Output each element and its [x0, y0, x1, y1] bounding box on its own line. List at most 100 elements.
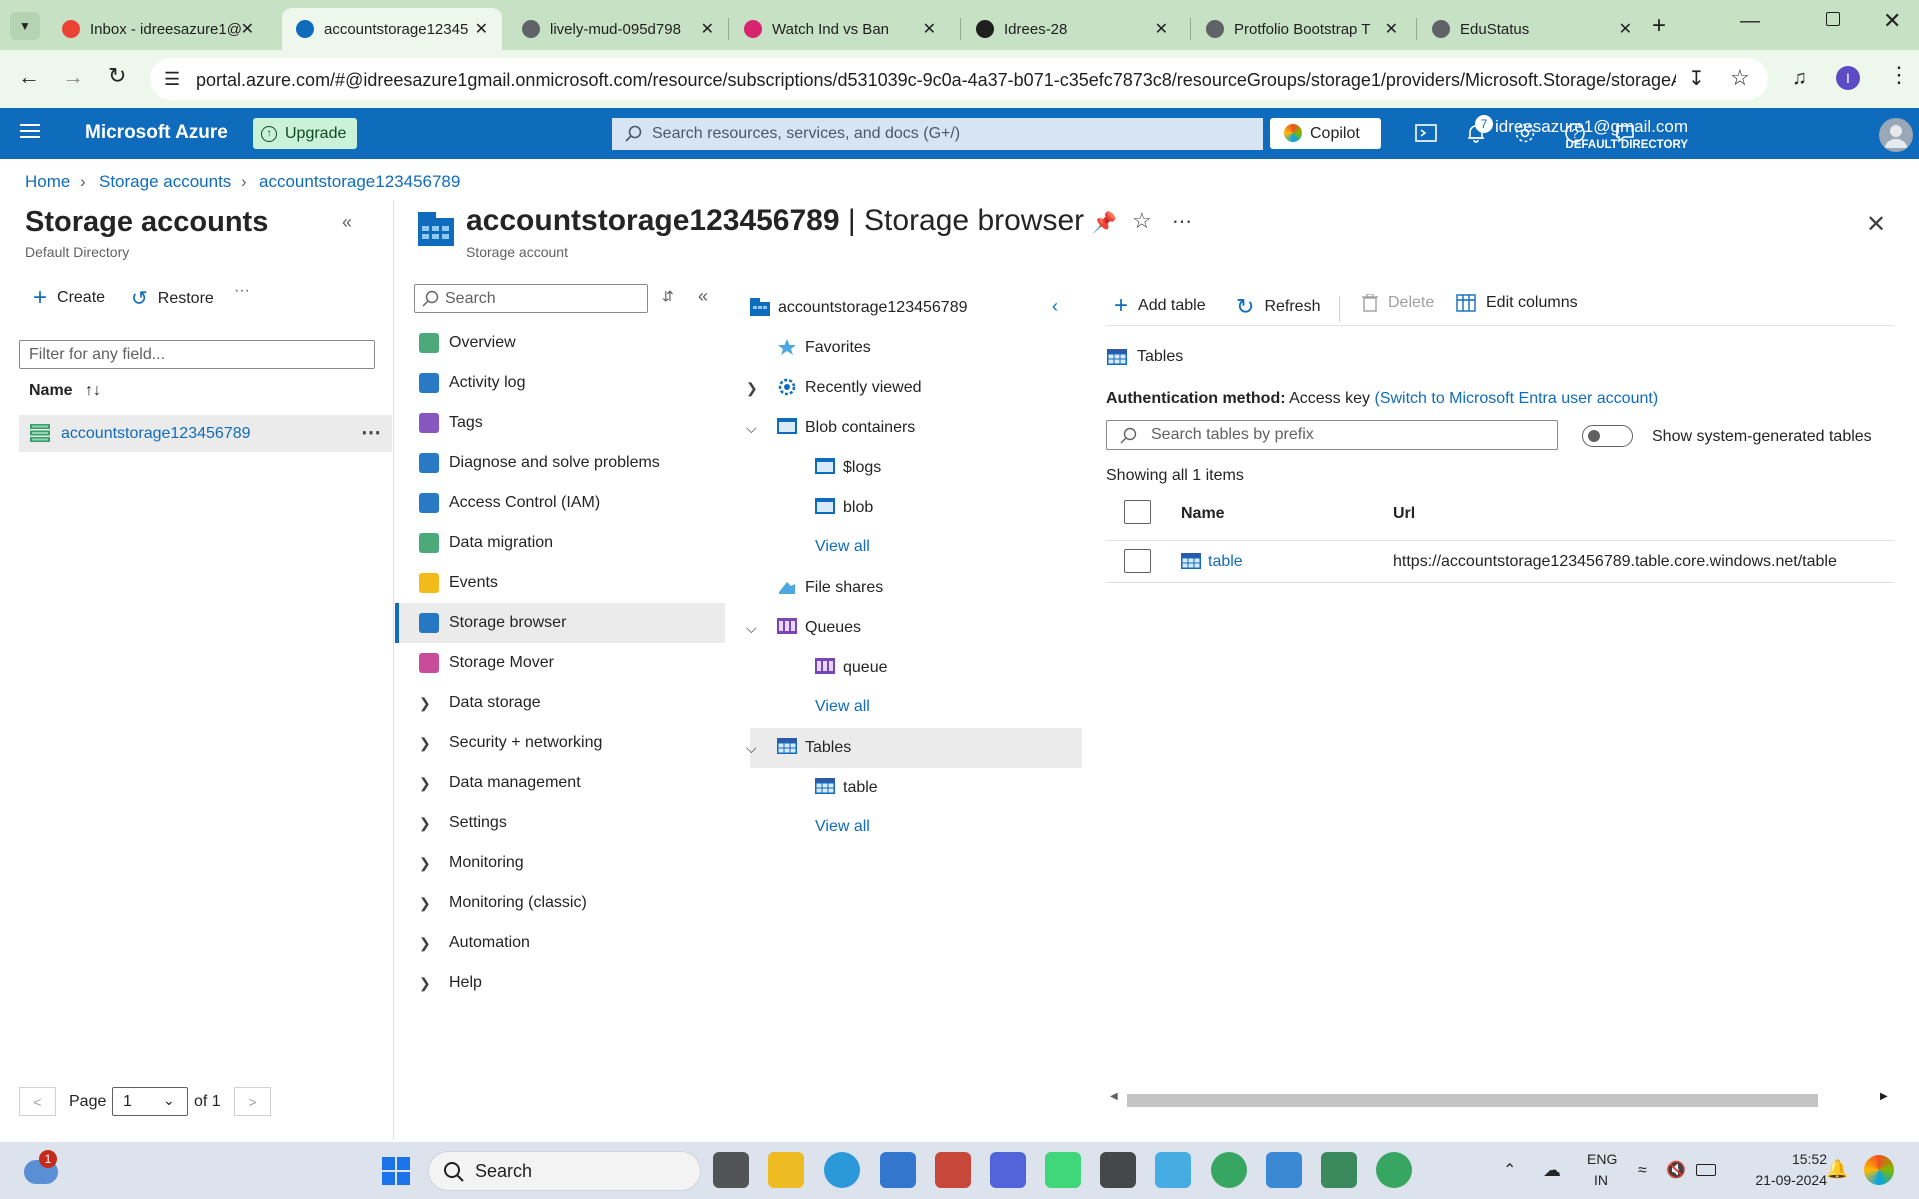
table-row-name-link[interactable]: table [1208, 553, 1243, 571]
close-tab-icon[interactable]: ✕ [1155, 19, 1168, 39]
favorite-star-icon[interactable]: ☆ [1132, 208, 1152, 234]
refresh-button[interactable]: ↻ Refresh [1236, 294, 1320, 320]
browser-tab[interactable]: EduStatus ✕ [1418, 8, 1646, 50]
prev-page-button[interactable]: < [19, 1087, 56, 1116]
collapse-menu-icon[interactable]: « [698, 286, 708, 307]
next-page-button[interactable]: > [234, 1087, 271, 1116]
browser-tab[interactable]: Protfolio Bootstrap T ✕ [1192, 8, 1412, 50]
breadcrumb-account[interactable]: accountstorage123456789 [259, 172, 460, 192]
cloud-shell-icon[interactable] [1414, 121, 1440, 147]
excel-icon[interactable] [1321, 1152, 1357, 1188]
menu-item-events[interactable]: Events [395, 563, 725, 603]
media-app-icon[interactable] [1100, 1152, 1136, 1188]
tab-search-button[interactable]: ▼ [10, 12, 40, 40]
row-checkbox[interactable] [1124, 549, 1151, 573]
create-button[interactable]: + Create [33, 286, 105, 310]
copilot-taskbar-icon[interactable] [1864, 1155, 1894, 1185]
browser-tab[interactable]: lively-mud-095d798 ✕ [508, 8, 728, 50]
store-icon[interactable] [880, 1152, 916, 1188]
edit-columns-button[interactable]: Edit columns [1456, 294, 1578, 312]
user-email[interactable]: idreesazure1@gmail.com [1448, 117, 1688, 137]
url-column-header[interactable]: Url [1393, 505, 1415, 523]
menu-item-diagnose-and-solve-problems[interactable]: Diagnose and solve problems [395, 443, 725, 483]
menu-item-security-networking[interactable]: ❯ Security + networking [395, 723, 725, 763]
language-indicator[interactable]: ENG [1587, 1151, 1617, 1167]
clock-time[interactable]: 15:52 [1737, 1151, 1827, 1167]
tree-root[interactable]: accountstorage123456789 [750, 289, 968, 327]
minimize-button[interactable]: — [1740, 10, 1760, 33]
copilot-button[interactable]: Copilot [1270, 118, 1381, 149]
menu-item-overview[interactable]: Overview [395, 323, 725, 363]
media-control-icon[interactable]: ♫ [1792, 67, 1807, 90]
scroll-left-icon[interactable]: ◀ [1110, 1091, 1118, 1102]
close-window-button[interactable]: ✕ [1883, 8, 1901, 34]
taskbar-search[interactable]: Search [428, 1151, 701, 1191]
view-all-link[interactable]: View all [815, 538, 870, 556]
show-hidden-icons[interactable]: ⌃ [1503, 1160, 1516, 1180]
chevron-down-icon[interactable]: ⌵ [746, 740, 757, 757]
restore-button[interactable]: ↺ Restore [131, 286, 214, 311]
close-tab-icon[interactable]: ✕ [475, 19, 488, 39]
close-blade-icon[interactable]: ✕ [1866, 210, 1886, 239]
tree-item-logs[interactable]: $logs [815, 449, 881, 487]
menu-item-data-storage[interactable]: ❯ Data storage [395, 683, 725, 723]
browser-tab[interactable]: Idrees-28 ✕ [962, 8, 1182, 50]
file-explorer-dark-icon[interactable] [713, 1152, 749, 1188]
volume-icon[interactable]: 🔇 [1666, 1160, 1686, 1180]
select-all-checkbox[interactable] [1124, 500, 1151, 524]
browser-menu-icon[interactable]: ⋮ [1888, 62, 1910, 88]
reload-button[interactable]: ↻ [108, 63, 126, 89]
clock-date[interactable]: 21-09-2024 [1737, 1172, 1827, 1188]
name-column-header[interactable]: Name [1181, 505, 1225, 523]
global-search-input[interactable]: Search resources, services, and docs (G+… [612, 118, 1263, 150]
install-app-icon[interactable]: ↧ [1688, 66, 1705, 91]
chevron-down-icon[interactable]: ⌵ [746, 420, 757, 437]
new-tab-button[interactable]: + [1652, 12, 1666, 40]
scrollbar-thumb[interactable] [1127, 1094, 1818, 1107]
whatsapp-icon[interactable] [1045, 1152, 1081, 1188]
tree-item-queues[interactable]: ⌵ Queues [746, 609, 861, 647]
menu-search-input[interactable]: Search [414, 284, 648, 313]
collapse-left-panel-icon[interactable]: « [342, 212, 352, 233]
start-button[interactable] [382, 1157, 410, 1185]
scroll-right-icon[interactable]: ▶ [1880, 1091, 1888, 1102]
vscode-icon[interactable] [1266, 1152, 1302, 1188]
browser-tab[interactable]: accountstorage12345 ✕ [282, 8, 502, 50]
delete-button[interactable]: Delete [1362, 294, 1434, 312]
system-tables-toggle[interactable] [1582, 425, 1633, 447]
chevron-right-icon[interactable]: ❯ [746, 380, 758, 397]
table-search-input[interactable]: Search tables by prefix [1106, 420, 1558, 450]
brand-name[interactable]: Microsoft Azure [85, 122, 228, 144]
user-avatar[interactable] [1879, 118, 1913, 152]
view-all-link[interactable]: View all [815, 818, 870, 836]
menu-item-data-management[interactable]: ❯ Data management [395, 763, 725, 803]
back-button[interactable]: ← [18, 64, 40, 90]
menu-item-storage-mover[interactable]: Storage Mover [395, 643, 725, 683]
menu-item-activity-log[interactable]: Activity log [395, 363, 725, 403]
tree-item-recently-viewed[interactable]: ❯ Recently viewed [746, 369, 922, 407]
pin-icon[interactable]: 📌 [1092, 210, 1117, 235]
onedrive-icon[interactable]: ☁ [1543, 1160, 1561, 1181]
portal-menu-icon[interactable] [20, 122, 40, 140]
edge-icon[interactable] [824, 1152, 860, 1188]
menu-item-automation[interactable]: ❯ Automation [395, 923, 725, 963]
more-options-icon[interactable]: ⋯ [1172, 209, 1192, 234]
breadcrumb-home[interactable]: Home [25, 172, 70, 192]
close-tab-icon[interactable]: ✕ [701, 19, 714, 39]
close-tab-icon[interactable]: ✕ [923, 19, 936, 39]
menu-item-monitoring[interactable]: ❯ Monitoring [395, 843, 725, 883]
app-icon[interactable] [990, 1152, 1026, 1188]
tree-item-blob[interactable]: blob [815, 489, 873, 527]
menu-item-settings[interactable]: ❯ Settings [395, 803, 725, 843]
page-select[interactable]: 1 ⌄ [112, 1087, 188, 1116]
mcafee-icon[interactable] [935, 1152, 971, 1188]
wifi-icon[interactable]: ≈ [1638, 1162, 1647, 1180]
more-actions-button[interactable]: ··· [234, 282, 250, 300]
view-all-link[interactable]: View all [815, 698, 870, 716]
file-explorer-icon[interactable] [768, 1152, 804, 1188]
switch-auth-link[interactable]: (Switch to Microsoft Entra user account) [1374, 390, 1658, 407]
sort-menu-icon[interactable]: ⇵ [662, 288, 674, 305]
browser-tab[interactable]: Inbox - idreesazure1@ ✕ [48, 8, 268, 50]
breadcrumb-storage-accounts[interactable]: Storage accounts [99, 172, 231, 192]
tree-item-blob-containers[interactable]: ⌵ Blob containers [746, 409, 915, 447]
